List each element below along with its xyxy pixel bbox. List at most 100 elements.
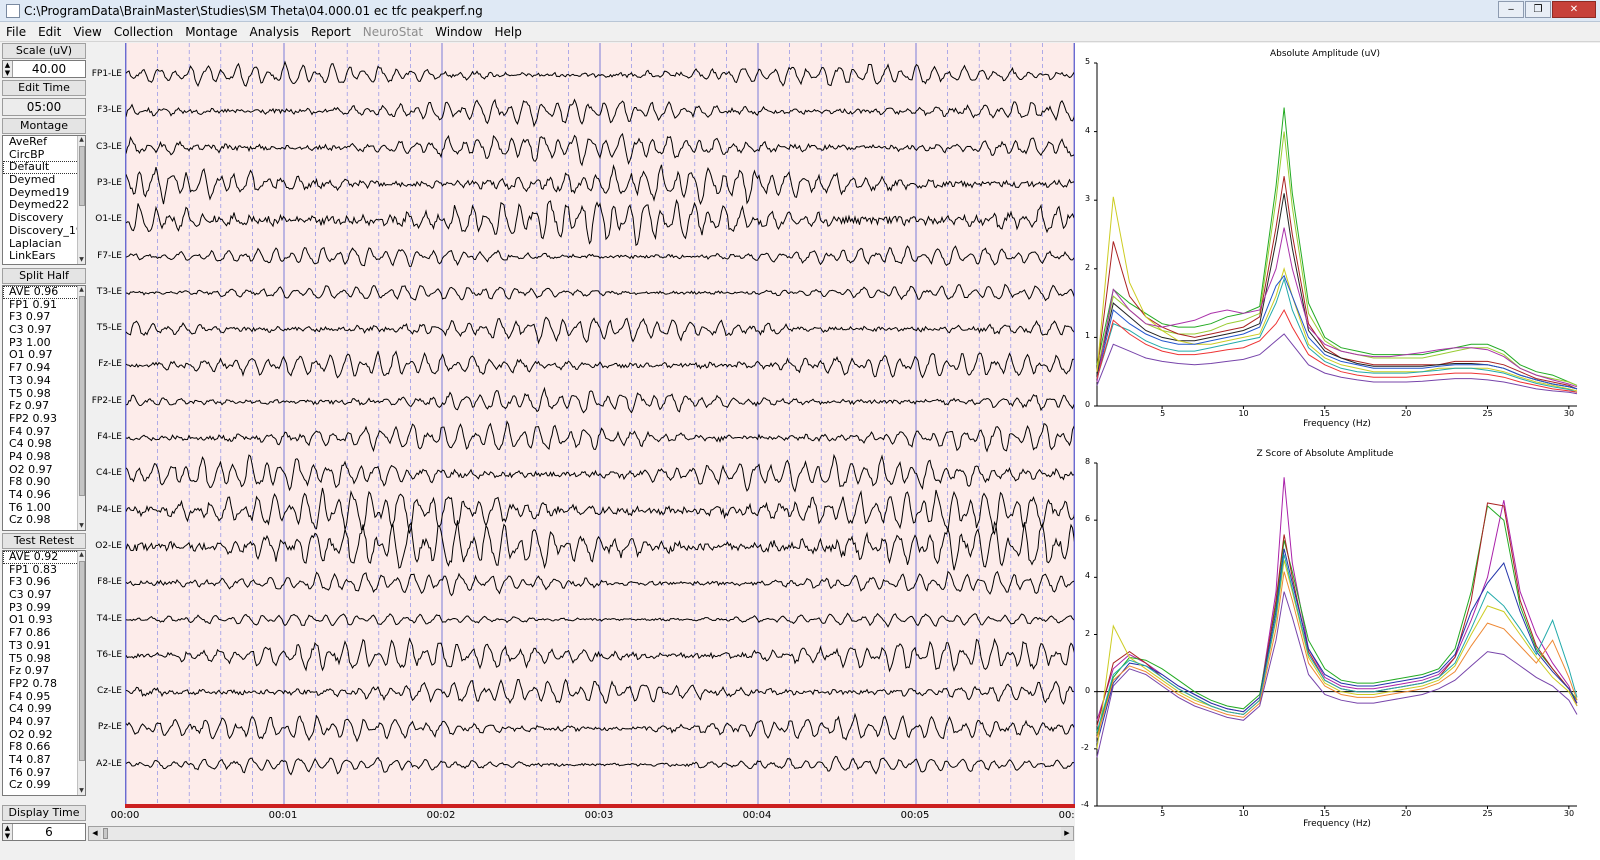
test-retest-item[interactable]: P4 0.97	[3, 715, 85, 729]
time-scroll-thumb[interactable]	[103, 828, 108, 839]
menu-help[interactable]: Help	[488, 25, 527, 39]
channel-label[interactable]: FP2-LE	[92, 396, 122, 406]
split-half-item[interactable]: AVE 0.96	[3, 286, 85, 299]
maximize-button[interactable]: ❐	[1525, 1, 1551, 18]
channel-label[interactable]: C3-LE	[96, 142, 122, 152]
scale-spinner[interactable]: ▲ ▼ 40.00	[2, 60, 86, 78]
scroll-right-icon[interactable]: ▶	[1061, 827, 1073, 840]
menu-collection[interactable]: Collection	[108, 25, 179, 39]
split-half-scrollbar[interactable]: ▲ ▼	[77, 286, 85, 530]
menu-file[interactable]: File	[0, 25, 32, 39]
channel-label[interactable]: F3-LE	[97, 105, 122, 115]
display-time-spinner[interactable]: ▲ ▼ 6	[2, 823, 86, 841]
montage-item[interactable]: Discovery_19	[3, 224, 85, 238]
split-half-item[interactable]: T3 0.94	[3, 374, 85, 388]
split-half-item[interactable]: Cz 0.98	[3, 514, 85, 527]
menu-montage[interactable]: Montage	[179, 25, 243, 39]
edit-time-button[interactable]: Edit Time	[2, 80, 86, 96]
eeg-trace-area[interactable]	[125, 43, 1075, 805]
close-button[interactable]: ✕	[1552, 1, 1596, 18]
spectrum-series-line	[1096, 277, 1578, 393]
chart-title: Z Score of Absolute Amplitude	[1256, 449, 1394, 459]
montage-item[interactable]: Discovery	[3, 211, 85, 225]
test-retest-scrollbar[interactable]: ▲ ▼	[77, 551, 85, 795]
y-tick-label: 0	[1085, 685, 1091, 695]
test-retest-item[interactable]: Fz 0.97	[3, 664, 85, 678]
display-time-value[interactable]: 6	[15, 825, 83, 839]
channel-label[interactable]: T6-LE	[97, 650, 122, 660]
x-tick-label: 10	[1238, 809, 1249, 818]
channel-label[interactable]: C4-LE	[96, 468, 122, 478]
channel-label[interactable]: FP1-LE	[92, 69, 122, 79]
channel-label[interactable]: O1-LE	[95, 214, 122, 224]
channel-label[interactable]: O2-LE	[95, 541, 122, 551]
menu-edit[interactable]: Edit	[32, 25, 67, 39]
montage-scrollbar[interactable]: ▲ ▼	[77, 136, 85, 264]
channel-labels: FP1-LE F3-LE C3-LE P3-LE O1-LE F7-LE T3-LE T5-L…	[88, 43, 125, 805]
channel-label[interactable]: A2-LE	[96, 759, 122, 769]
scroll-down-icon[interactable]: ▼	[78, 787, 85, 795]
channel-label[interactable]: T5-LE	[97, 323, 122, 333]
test-retest-item[interactable]: T3 0.91	[3, 639, 85, 653]
menu-neurostat[interactable]: NeuroStat	[357, 25, 429, 39]
test-retest-item[interactable]: F7 0.86	[3, 626, 85, 640]
split-half-item[interactable]: T4 0.96	[3, 488, 85, 502]
montage-item[interactable]: Deymed	[3, 173, 85, 187]
app-icon	[6, 3, 20, 18]
scroll-down-icon[interactable]: ▼	[78, 522, 85, 530]
scroll-up-icon[interactable]: ▲	[78, 136, 85, 144]
channel-label[interactable]: T4-LE	[97, 614, 122, 624]
channel-label[interactable]: Cz-LE	[97, 686, 122, 696]
split-half-item[interactable]: FP2 0.93	[3, 412, 85, 426]
menu-view[interactable]: View	[67, 25, 107, 39]
menu-window[interactable]: Window	[429, 25, 488, 39]
channel-label[interactable]: Pz-LE	[98, 722, 122, 732]
edit-time-value[interactable]: 05:00	[5, 100, 83, 114]
spinner-arrows-icon[interactable]: ▲ ▼	[3, 824, 13, 840]
scroll-up-icon[interactable]: ▲	[78, 286, 85, 294]
scroll-thumb[interactable]	[79, 296, 85, 496]
scroll-thumb[interactable]	[79, 561, 85, 761]
x-axis-title: Frequency (Hz)	[1303, 419, 1371, 429]
scale-value[interactable]: 40.00	[15, 62, 83, 76]
channel-label[interactable]: F8-LE	[97, 577, 122, 587]
split-half-item[interactable]: Fz 0.97	[3, 399, 85, 413]
channel-label[interactable]: F4-LE	[97, 432, 122, 442]
test-retest-item[interactable]: C3 0.97	[3, 588, 85, 602]
minimize-button[interactable]: ‒	[1498, 1, 1524, 18]
spectrum-series-line	[1096, 591, 1578, 758]
time-axis: 00:00 00:01 00:02 00:03 00:04 00:05 00:06	[88, 808, 1088, 826]
montage-list[interactable]: AveRef CircBP Default Deymed Deymed19 Deymed2…	[2, 135, 86, 265]
spectrum-series-line	[1096, 333, 1578, 395]
test-retest-item[interactable]: T4 0.87	[3, 753, 85, 767]
scroll-up-icon[interactable]: ▲	[78, 551, 85, 559]
edit-time-field[interactable]: 05:00	[2, 98, 86, 116]
spectra-panel: 0 1 2 3 4 5 5 10 15 20 25 30 Absolute Amplitude (uV)…	[1075, 43, 1600, 860]
test-retest-item[interactable]: AVE 0.92	[3, 551, 85, 564]
time-scrollbar[interactable]: ◀ ▶	[88, 826, 1074, 841]
split-half-item[interactable]: P4 0.98	[3, 450, 85, 464]
spectrum-series-line	[1096, 131, 1578, 386]
eeg-traces[interactable]	[126, 43, 1075, 805]
test-retest-list[interactable]: AVE 0.92 FP1 0.83 F3 0.96 C3 0.97 P3 0.99 O1 …	[2, 550, 86, 796]
channel-label[interactable]: T3-LE	[97, 287, 122, 297]
montage-item[interactable]: LinkEars	[3, 249, 85, 263]
window-title: C:\ProgramData\BrainMaster\Studies\SM Th…	[24, 3, 483, 18]
channel-label[interactable]: Fz-LE	[98, 359, 122, 369]
spinner-arrows-icon[interactable]: ▲ ▼	[3, 61, 13, 77]
split-half-item[interactable]: F7 0.94	[3, 361, 85, 375]
x-tick-label: 30	[1563, 409, 1575, 418]
scroll-down-icon[interactable]: ▼	[78, 256, 85, 264]
channel-label[interactable]: F7-LE	[97, 251, 122, 261]
channel-label[interactable]: P4-LE	[97, 505, 122, 515]
test-retest-item[interactable]: Cz 0.99	[3, 779, 85, 792]
montage-item[interactable]: AveRef	[3, 136, 85, 149]
split-half-list[interactable]: AVE 0.96 FP1 0.91 F3 0.97 C3 0.97 P3 1.00 O1 …	[2, 285, 86, 531]
scroll-thumb[interactable]	[79, 146, 85, 206]
menu-report[interactable]: Report	[305, 25, 357, 39]
menu-analysis[interactable]: Analysis	[244, 25, 305, 39]
channel-label[interactable]: P3-LE	[97, 178, 122, 188]
scroll-left-icon[interactable]: ◀	[89, 827, 101, 840]
split-half-item[interactable]: C3 0.97	[3, 323, 85, 337]
test-retest-item[interactable]: FP2 0.78	[3, 677, 85, 691]
